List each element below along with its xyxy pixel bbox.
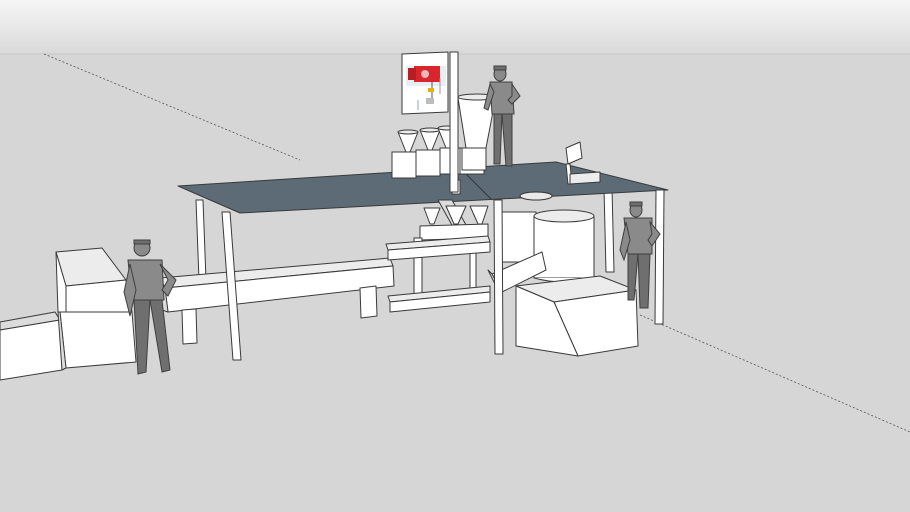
frame-legs-back	[603, 187, 615, 273]
sky	[0, 0, 910, 54]
base-block[interactable]	[515, 275, 639, 357]
platform-hole	[519, 191, 553, 201]
hoist-mast[interactable]	[449, 51, 459, 193]
left-end-box[interactable]	[0, 311, 63, 381]
modeling-viewport[interactable]	[0, 0, 910, 512]
hoist-sign[interactable]	[401, 51, 449, 115]
3d-scene[interactable]	[0, 0, 910, 512]
